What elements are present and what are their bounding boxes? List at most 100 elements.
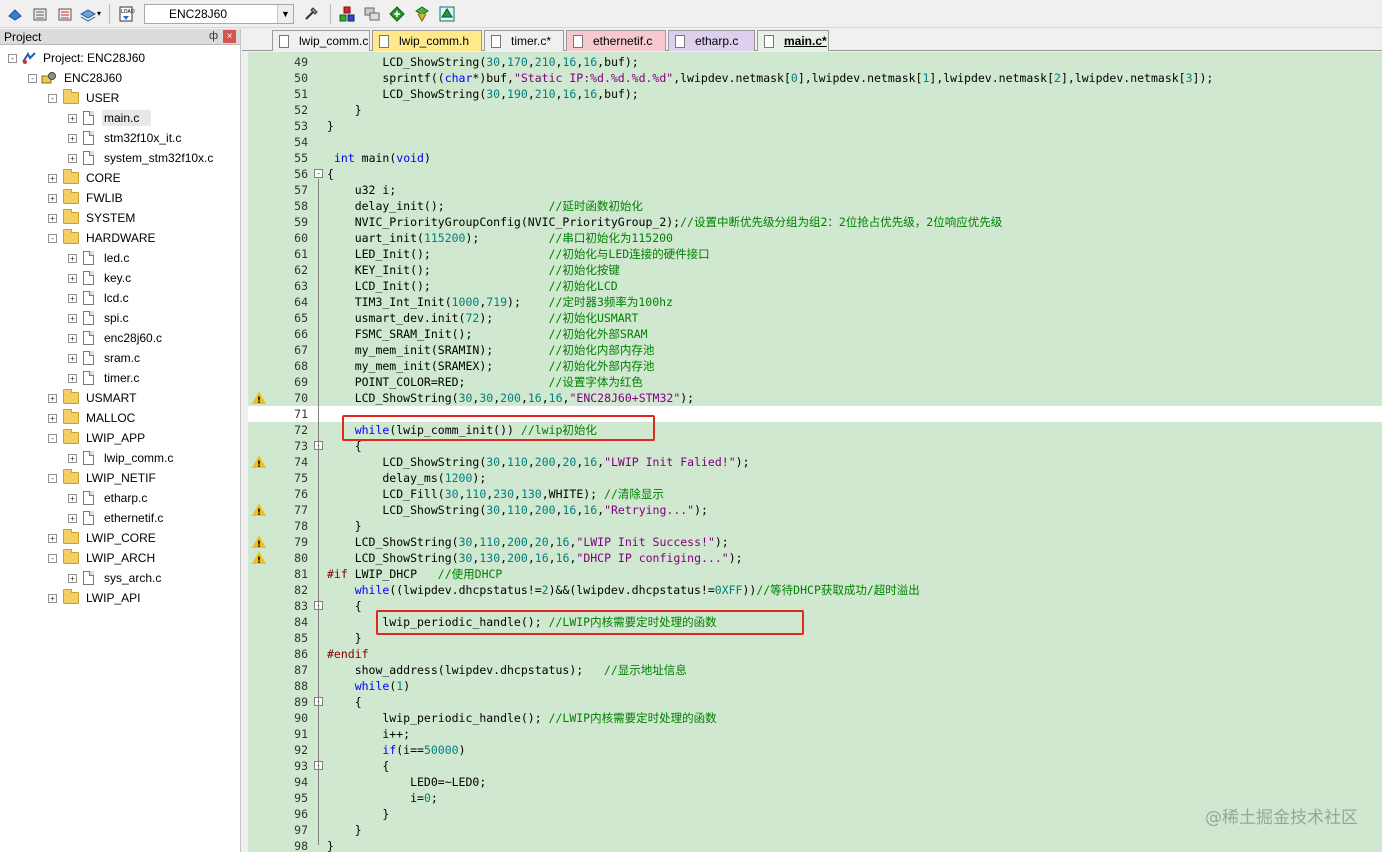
code-line[interactable]: 82 while((lwipdev.dhcpstatus!=2)&&(lwipd… bbox=[248, 582, 1382, 598]
tree-item-fwlib[interactable]: + FWLIB bbox=[48, 188, 125, 208]
warning-icon[interactable] bbox=[252, 551, 266, 569]
build-icon[interactable] bbox=[29, 3, 51, 25]
tree-item-sys-arch-c[interactable]: + sys_arch.c bbox=[68, 568, 163, 588]
code-line[interactable]: 62 KEY_Init(); //初始化按键 bbox=[248, 262, 1382, 278]
pack-installer-icon[interactable] bbox=[386, 3, 408, 25]
translate-icon[interactable] bbox=[4, 3, 26, 25]
code-line[interactable]: 55 int main(void) bbox=[248, 150, 1382, 166]
code-line[interactable]: 50 sprintf((char*)buf,"Static IP:%d.%d.%… bbox=[248, 70, 1382, 86]
code-line[interactable]: 93- { bbox=[248, 758, 1382, 774]
collapse-icon[interactable]: - bbox=[48, 433, 57, 443]
tree-item-lwip-comm-c[interactable]: + lwip_comm.c bbox=[68, 448, 175, 468]
tree-item-enc28j60[interactable]: - ENC28J60 bbox=[28, 68, 124, 88]
tab-lwip-comm-h[interactable]: lwip_comm.h bbox=[372, 30, 482, 51]
warning-icon[interactable] bbox=[252, 535, 266, 553]
warning-icon[interactable] bbox=[252, 503, 266, 521]
tree-item-lwip-api[interactable]: + LWIP_API bbox=[48, 588, 142, 608]
tree-item-ethernetif-c[interactable]: + ethernetif.c bbox=[68, 508, 165, 528]
expand-icon[interactable]: + bbox=[68, 493, 77, 503]
select-packs-icon[interactable] bbox=[361, 3, 383, 25]
warning-icon[interactable] bbox=[252, 391, 266, 409]
code-line[interactable]: 86 #endif bbox=[248, 646, 1382, 662]
collapse-icon[interactable]: - bbox=[28, 73, 37, 83]
tree-item-core[interactable]: + CORE bbox=[48, 168, 123, 188]
target-options-icon[interactable] bbox=[300, 3, 322, 25]
rebuild-all-icon[interactable] bbox=[54, 3, 76, 25]
tree-item-stm32f10x-it-c[interactable]: + stm32f10x_it.c bbox=[68, 128, 183, 148]
code-line[interactable]: 69 POINT_COLOR=RED; //设置字体为红色 bbox=[248, 374, 1382, 390]
code-line[interactable]: 70 LCD_ShowString(30,30,200,16,16,"ENC28… bbox=[248, 390, 1382, 409]
expand-icon[interactable]: + bbox=[68, 253, 77, 263]
expand-icon[interactable]: + bbox=[68, 453, 77, 463]
tree-item-sram-c[interactable]: + sram.c bbox=[68, 348, 142, 368]
tab-main-c[interactable]: main.c* bbox=[757, 30, 829, 51]
code-line[interactable]: 56-{ bbox=[248, 166, 1382, 182]
code-line[interactable]: 78 } bbox=[248, 518, 1382, 534]
expand-icon[interactable]: + bbox=[68, 573, 77, 583]
code-line[interactable]: 79 LCD_ShowString(30,110,200,20,16,"LWIP… bbox=[248, 534, 1382, 553]
expand-icon[interactable]: + bbox=[48, 393, 57, 403]
code-line[interactable]: 60 uart_init(115200); //串口初始化为115200 bbox=[248, 230, 1382, 246]
download-icon[interactable]: LOAD bbox=[115, 3, 137, 25]
tree-item-lwip-arch[interactable]: - LWIP_ARCH bbox=[48, 548, 157, 568]
expand-icon[interactable]: + bbox=[68, 273, 77, 283]
code-line[interactable]: 68 my_mem_init(SRAMEX); //初始化外部内存池 bbox=[248, 358, 1382, 374]
tree-item-lcd-c[interactable]: + lcd.c bbox=[68, 288, 131, 308]
collapse-icon[interactable]: - bbox=[8, 53, 17, 63]
tab-ethernetif-c[interactable]: ethernetif.c bbox=[566, 30, 666, 51]
tree-item-key-c[interactable]: + key.c bbox=[68, 268, 133, 288]
tree-item-malloc[interactable]: + MALLOC bbox=[48, 408, 137, 428]
warning-icon[interactable] bbox=[252, 455, 266, 473]
expand-icon[interactable]: + bbox=[48, 193, 57, 203]
tree-item-lwip-app[interactable]: - LWIP_APP bbox=[48, 428, 147, 448]
tree-item-timer-c[interactable]: + timer.c bbox=[68, 368, 141, 388]
manage-components-icon[interactable] bbox=[336, 3, 358, 25]
code-line[interactable]: 61 LED_Init(); //初始化与LED连接的硬件接口 bbox=[248, 246, 1382, 262]
code-line[interactable]: 81 #if LWIP_DHCP //使用DHCP bbox=[248, 566, 1382, 582]
tree-item-user[interactable]: - USER bbox=[48, 88, 121, 108]
expand-icon[interactable]: + bbox=[68, 113, 77, 123]
expand-icon[interactable]: + bbox=[48, 533, 57, 543]
code-line[interactable]: 80 LCD_ShowString(30,130,200,16,16,"DHCP… bbox=[248, 550, 1382, 569]
tree-item-system[interactable]: + SYSTEM bbox=[48, 208, 137, 228]
collapse-icon[interactable]: - bbox=[48, 233, 57, 243]
tree-item-spi-c[interactable]: + spi.c bbox=[68, 308, 131, 328]
expand-icon[interactable]: + bbox=[68, 333, 77, 343]
code-line[interactable]: 87 show_address(lwipdev.dhcpstatus); //显… bbox=[248, 662, 1382, 678]
code-line[interactable]: 88 while(1) bbox=[248, 678, 1382, 694]
code-line[interactable]: 53} bbox=[248, 118, 1382, 134]
tree-item-project-enc28j60[interactable]: - Project: ENC28J60 bbox=[8, 48, 147, 68]
tree-item-etharp-c[interactable]: + etharp.c bbox=[68, 488, 149, 508]
expand-icon[interactable]: + bbox=[48, 173, 57, 183]
expand-icon[interactable]: + bbox=[48, 413, 57, 423]
code-line[interactable]: 57 u32 i; bbox=[248, 182, 1382, 198]
code-line[interactable]: 59 NVIC_PriorityGroupConfig(NVIC_Priorit… bbox=[248, 214, 1382, 230]
collapse-icon[interactable]: - bbox=[48, 553, 57, 563]
code-line[interactable]: 94 LED0=~LED0; bbox=[248, 774, 1382, 790]
expand-icon[interactable]: + bbox=[68, 373, 77, 383]
tree-item-lwip-core[interactable]: + LWIP_CORE bbox=[48, 528, 158, 548]
code-line[interactable]: 92 if(i==50000) bbox=[248, 742, 1382, 758]
expand-icon[interactable]: + bbox=[68, 153, 77, 163]
code-line[interactable]: 63 LCD_Init(); //初始化LCD bbox=[248, 278, 1382, 294]
code-line[interactable]: 65 usmart_dev.init(72); //初始化USMART bbox=[248, 310, 1382, 326]
tab-timer-c[interactable]: timer.c* bbox=[484, 30, 564, 51]
code-line[interactable]: 64 TIM3_Int_Init(1000,719); //定时器3频率为100… bbox=[248, 294, 1382, 310]
components-icon[interactable] bbox=[436, 3, 458, 25]
code-line[interactable]: 74 LCD_ShowString(30,110,200,20,16,"LWIP… bbox=[248, 454, 1382, 473]
expand-icon[interactable]: + bbox=[68, 513, 77, 523]
code-line[interactable]: 58 delay_init(); //延时函数初始化 bbox=[248, 198, 1382, 214]
code-line[interactable]: 91 i++; bbox=[248, 726, 1382, 742]
code-line[interactable]: 66 FSMC_SRAM_Init(); //初始化外部SRAM bbox=[248, 326, 1382, 342]
fold-collapse-icon[interactable]: - bbox=[314, 169, 323, 178]
expand-icon[interactable]: + bbox=[48, 593, 57, 603]
code-line[interactable]: 90 lwip_periodic_handle(); //LWIP内核需要定时处… bbox=[248, 710, 1382, 726]
tree-item-hardware[interactable]: - HARDWARE bbox=[48, 228, 158, 248]
tree-item-lwip-netif[interactable]: - LWIP_NETIF bbox=[48, 468, 158, 488]
collapse-icon[interactable]: - bbox=[48, 93, 57, 103]
code-line[interactable]: 77 LCD_ShowString(30,110,200,16,16,"Retr… bbox=[248, 502, 1382, 521]
code-editor[interactable]: 49 LCD_ShowString(30,170,210,16,16,buf);… bbox=[248, 52, 1382, 852]
code-line[interactable]: 67 my_mem_init(SRAMIN); //初始化内部内存池 bbox=[248, 342, 1382, 358]
batch-build-icon[interactable]: ▾ bbox=[79, 3, 101, 25]
tree-item-system-stm32f10x-c[interactable]: + system_stm32f10x.c bbox=[68, 148, 215, 168]
